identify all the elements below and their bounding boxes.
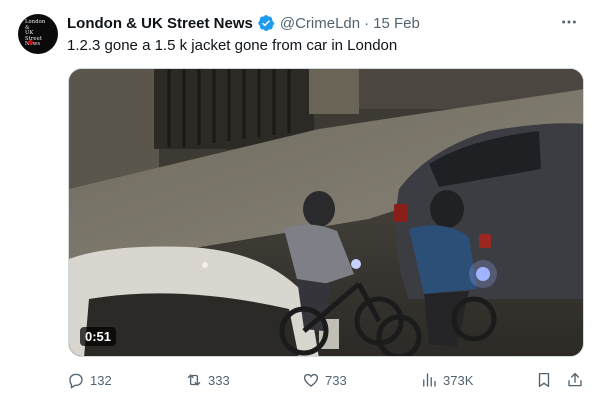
share-button[interactable] [566,366,584,394]
more-options-icon[interactable] [559,12,579,32]
views-button[interactable]: 373K [420,366,473,394]
video-frame [69,69,583,356]
reply-button[interactable]: 132 [67,366,112,394]
share-icon [568,372,582,387]
tweet-card[interactable]: London & UK Street News London & UK Stre… [0,0,597,402]
tweet-date[interactable]: 15 Feb [373,15,420,32]
repost-count: 333 [208,372,230,388]
bookmark-icon [538,372,550,388]
bookmark-button[interactable] [535,366,553,394]
reply-count: 132 [90,372,112,388]
repost-icon [187,374,201,386]
header-separator: · [364,14,370,32]
avatar[interactable]: London & UK Street News [18,14,58,54]
tweet-header: London & UK Street News @CrimeLdn · 15 F… [67,13,420,33]
avatar-logo-mark [28,40,33,45]
tweet-actions-bar: 132 333 733 373K [0,366,597,394]
verified-badge-icon [257,14,275,32]
video-player[interactable]: 0:51 [68,68,584,357]
repost-button[interactable]: 333 [185,366,230,394]
account-name[interactable]: London & UK Street News [67,15,253,32]
like-button[interactable]: 733 [302,366,347,394]
tweet-text: 1.2.3 gone a 1.5 k jacket gone from car … [67,37,398,54]
like-count: 733 [325,372,347,388]
account-handle[interactable]: @CrimeLdn [280,15,360,32]
reply-icon [69,373,83,389]
views-count: 373K [443,372,474,388]
like-icon [303,373,319,387]
video-duration-badge: 0:51 [80,327,117,346]
views-icon [423,373,436,387]
